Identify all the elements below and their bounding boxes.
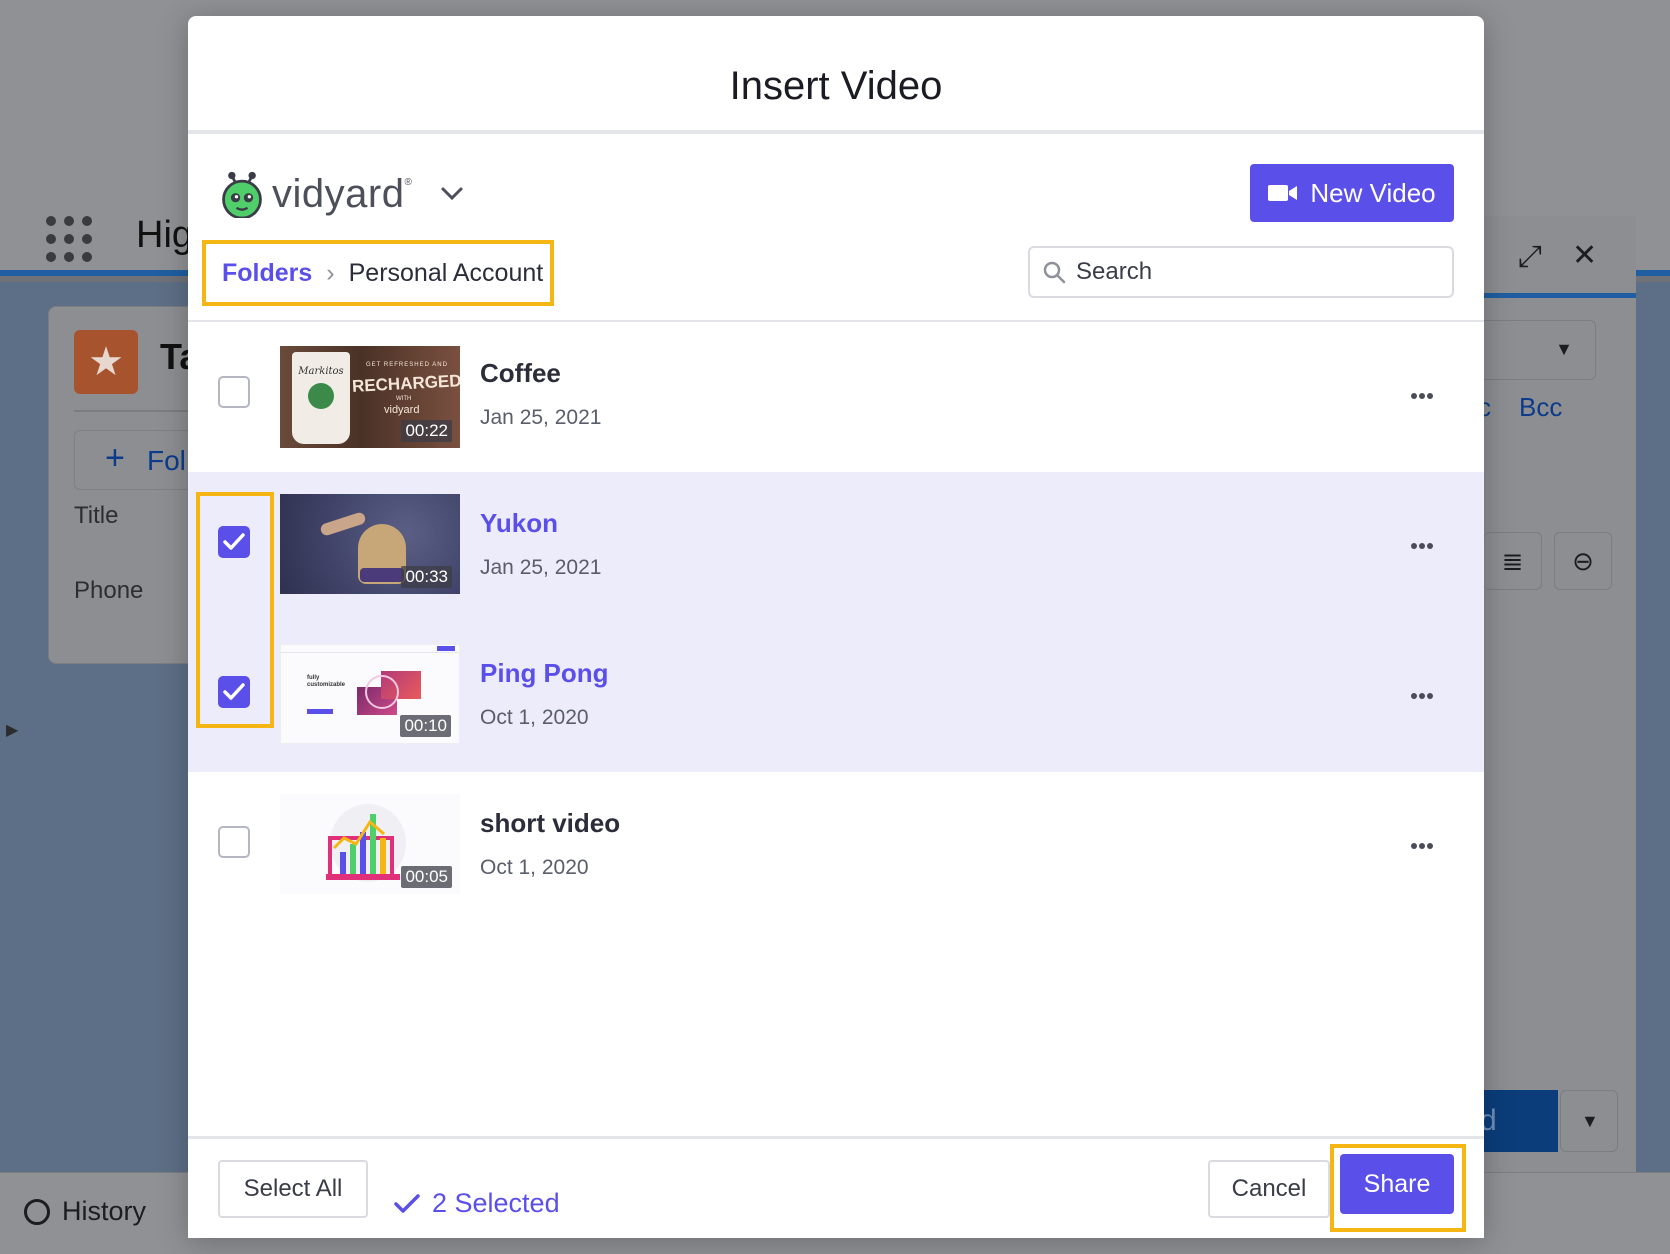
video-duration: 00:05 bbox=[401, 866, 452, 888]
video-thumbnail[interactable]: Markitos GET REFRESHED AND RECHARGED WIT… bbox=[280, 346, 460, 448]
selected-count: 2 Selected bbox=[394, 1188, 560, 1219]
video-date: Jan 25, 2021 bbox=[480, 556, 602, 579]
thumb-headline: RECHARGED bbox=[351, 371, 460, 396]
expand-icon[interactable]: ⤢ bbox=[1518, 240, 1542, 274]
bar-chart-graphic bbox=[326, 814, 400, 880]
plus-icon: + bbox=[105, 439, 125, 477]
checkbox-highlight-box bbox=[196, 492, 274, 728]
breadcrumb-folders-link[interactable]: Folders bbox=[222, 259, 312, 288]
more-options-icon[interactable] bbox=[1404, 534, 1440, 554]
background-page-title: Hig bbox=[136, 214, 194, 256]
video-thumbnail[interactable]: 00:05 bbox=[280, 794, 460, 894]
vidyard-account-switcher[interactable]: vidyard® bbox=[218, 166, 464, 222]
video-date: Jan 25, 2021 bbox=[480, 406, 602, 429]
chevron-right-icon: › bbox=[326, 258, 335, 287]
thumb-button bbox=[307, 709, 333, 714]
vidyard-logo-icon bbox=[222, 171, 262, 218]
video-duration: 00:33 bbox=[401, 566, 452, 588]
video-row[interactable]: 00:33 Yukon Jan 25, 2021 bbox=[188, 472, 1484, 622]
app-launcher-icon[interactable] bbox=[46, 216, 92, 262]
thumb-brand: vidyard bbox=[384, 404, 420, 416]
video-checkbox[interactable] bbox=[218, 376, 250, 408]
video-row[interactable]: Markitos GET REFRESHED AND RECHARGED WIT… bbox=[188, 322, 1484, 472]
chevron-down-icon: ▼ bbox=[1555, 339, 1573, 359]
thumb-heading: fully customizable bbox=[307, 675, 346, 688]
insert-video-modal: Insert Video vidyard® New Video Folders … bbox=[188, 16, 1484, 1238]
thumb-with: WITH bbox=[396, 396, 412, 402]
search-icon bbox=[1043, 261, 1066, 284]
follow-button-label: Fol bbox=[147, 445, 186, 476]
search-box bbox=[1028, 246, 1454, 298]
checkmark-icon bbox=[394, 1193, 420, 1213]
video-title[interactable]: Ping Pong bbox=[480, 658, 609, 689]
brand-name: vidyard® bbox=[272, 171, 413, 216]
cc-bcc-links: c Bcc bbox=[1478, 392, 1562, 423]
video-duration: 00:10 bbox=[400, 715, 451, 737]
video-date: Oct 1, 2020 bbox=[480, 706, 589, 729]
collapse-arrow-icon[interactable]: ▶ bbox=[6, 720, 18, 740]
video-checkbox[interactable] bbox=[218, 826, 250, 858]
cup-brand-text: Markitos bbox=[298, 366, 344, 377]
video-thumbnail[interactable]: fully customizable 00:10 bbox=[280, 644, 460, 744]
cup-logo bbox=[308, 383, 334, 409]
close-icon[interactable]: ✕ bbox=[1572, 238, 1597, 273]
hand-graphic bbox=[319, 511, 367, 537]
more-options-icon[interactable] bbox=[1404, 834, 1440, 854]
more-options-icon[interactable] bbox=[1404, 384, 1440, 404]
select-all-button[interactable]: Select All bbox=[218, 1160, 368, 1218]
video-title[interactable]: short video bbox=[480, 808, 620, 839]
cancel-button[interactable]: Cancel bbox=[1208, 1160, 1330, 1218]
footer-divider bbox=[188, 1136, 1484, 1139]
video-title[interactable]: Coffee bbox=[480, 358, 561, 389]
from-select[interactable]: ▼ bbox=[1470, 320, 1596, 380]
search-input[interactable] bbox=[1076, 258, 1436, 286]
modal-title: Insert Video bbox=[729, 64, 943, 108]
thumb-swirl bbox=[365, 675, 399, 709]
field-label-title: Title bbox=[74, 502, 119, 529]
modal-header-divider bbox=[188, 130, 1484, 134]
chevron-down-icon bbox=[441, 187, 463, 201]
align-right-icon[interactable]: ≣ bbox=[1484, 532, 1542, 590]
bcc-link[interactable]: Bcc bbox=[1519, 392, 1562, 422]
new-video-button[interactable]: New Video bbox=[1250, 164, 1454, 222]
video-row[interactable]: fully customizable 00:10 Ping Pong Oct 1,… bbox=[188, 622, 1484, 772]
selected-count-label: 2 Selected bbox=[432, 1188, 560, 1218]
more-options-icon[interactable] bbox=[1404, 684, 1440, 704]
dog-bandana bbox=[360, 568, 404, 582]
history-tab[interactable]: History bbox=[24, 1196, 146, 1227]
share-button[interactable]: Share bbox=[1340, 1154, 1454, 1214]
thumb-nav-bar bbox=[281, 645, 459, 653]
thumb-tagline: GET REFRESHED AND bbox=[366, 362, 448, 368]
breadcrumb-current: Personal Account bbox=[348, 258, 544, 287]
thumb-nav-button bbox=[437, 646, 455, 651]
video-date: Oct 1, 2020 bbox=[480, 856, 589, 879]
coffee-cup-graphic: Markitos bbox=[292, 352, 350, 444]
video-row[interactable]: 00:05 short video Oct 1, 2020 bbox=[188, 772, 1484, 922]
chevron-down-icon: ▼ bbox=[1581, 1111, 1599, 1131]
video-thumbnail[interactable]: 00:33 bbox=[280, 494, 460, 594]
video-title[interactable]: Yukon bbox=[480, 508, 558, 539]
send-options-dropdown[interactable]: ▼ bbox=[1560, 1090, 1618, 1152]
clock-icon bbox=[24, 1199, 50, 1225]
new-video-label: New Video bbox=[1310, 177, 1436, 208]
breadcrumb: Folders › Personal Account bbox=[202, 240, 554, 306]
video-camera-icon bbox=[1268, 185, 1298, 201]
history-label: History bbox=[62, 1196, 147, 1226]
link-icon[interactable]: ⊖ bbox=[1554, 532, 1612, 590]
field-label-phone: Phone bbox=[74, 577, 144, 604]
video-duration: 00:22 bbox=[401, 420, 452, 442]
record-star-icon: ★ bbox=[74, 330, 138, 394]
